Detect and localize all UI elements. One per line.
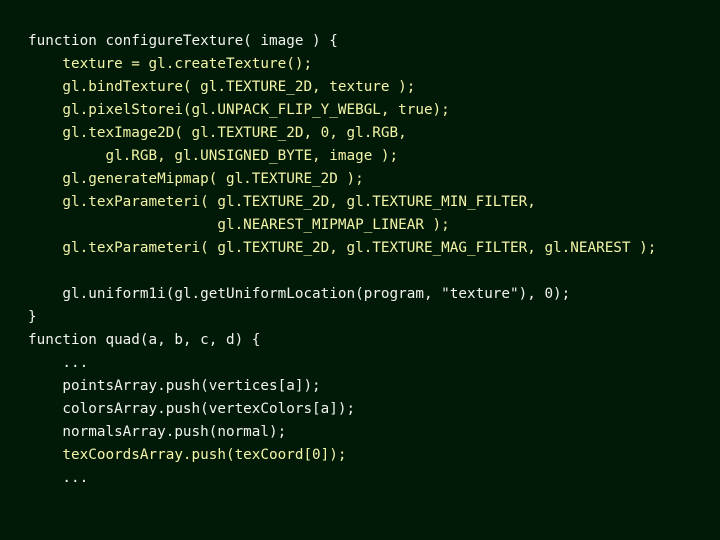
- code-slide: function configureTexture( image ) { tex…: [0, 0, 720, 540]
- code-line-uniform1i: gl.uniform1i(gl.getUniformLocation(progr…: [28, 286, 571, 302]
- code-line-ellipsis-top: ...: [28, 355, 89, 371]
- code-line-ellipsis-bottom: ...: [28, 470, 89, 486]
- code-line-colors-push: colorsArray.push(vertexColors[a]);: [28, 401, 356, 417]
- code-line-points-push: pointsArray.push(vertices[a]);: [28, 378, 321, 394]
- code-line-normals-push: normalsArray.push(normal);: [28, 424, 287, 440]
- code-line-bind-texture: gl.bindTexture( gl.TEXTURE_2D, texture )…: [28, 79, 416, 95]
- code-line-texcoords-push: texCoordsArray.push(texCoord[0]);: [28, 447, 347, 463]
- code-block: function configureTexture( image ) { tex…: [28, 30, 656, 490]
- code-line-tex-parameteri-min-cont: gl.NEAREST_MIPMAP_LINEAR );: [28, 217, 450, 233]
- code-line-pixel-storei: gl.pixelStorei(gl.UNPACK_FLIP_Y_WEBGL, t…: [28, 102, 450, 118]
- code-line-quad-signature: function quad(a, b, c, d) {: [28, 332, 261, 348]
- code-line-create-texture: texture = gl.createTexture();: [28, 56, 313, 72]
- code-line-close-brace: }: [28, 309, 37, 325]
- code-line-tex-parameteri-mag: gl.texParameteri( gl.TEXTURE_2D, gl.TEXT…: [28, 240, 657, 256]
- code-line-tex-parameteri-min: gl.texParameteri( gl.TEXTURE_2D, gl.TEXT…: [28, 194, 536, 210]
- code-line-configure-texture-signature: function configureTexture( image ) {: [28, 33, 338, 49]
- code-line-tex-image-2d: gl.texImage2D( gl.TEXTURE_2D, 0, gl.RGB,: [28, 125, 407, 141]
- code-line-generate-mipmap: gl.generateMipmap( gl.TEXTURE_2D );: [28, 171, 364, 187]
- code-line-tex-image-2d-cont: gl.RGB, gl.UNSIGNED_BYTE, image );: [28, 148, 399, 164]
